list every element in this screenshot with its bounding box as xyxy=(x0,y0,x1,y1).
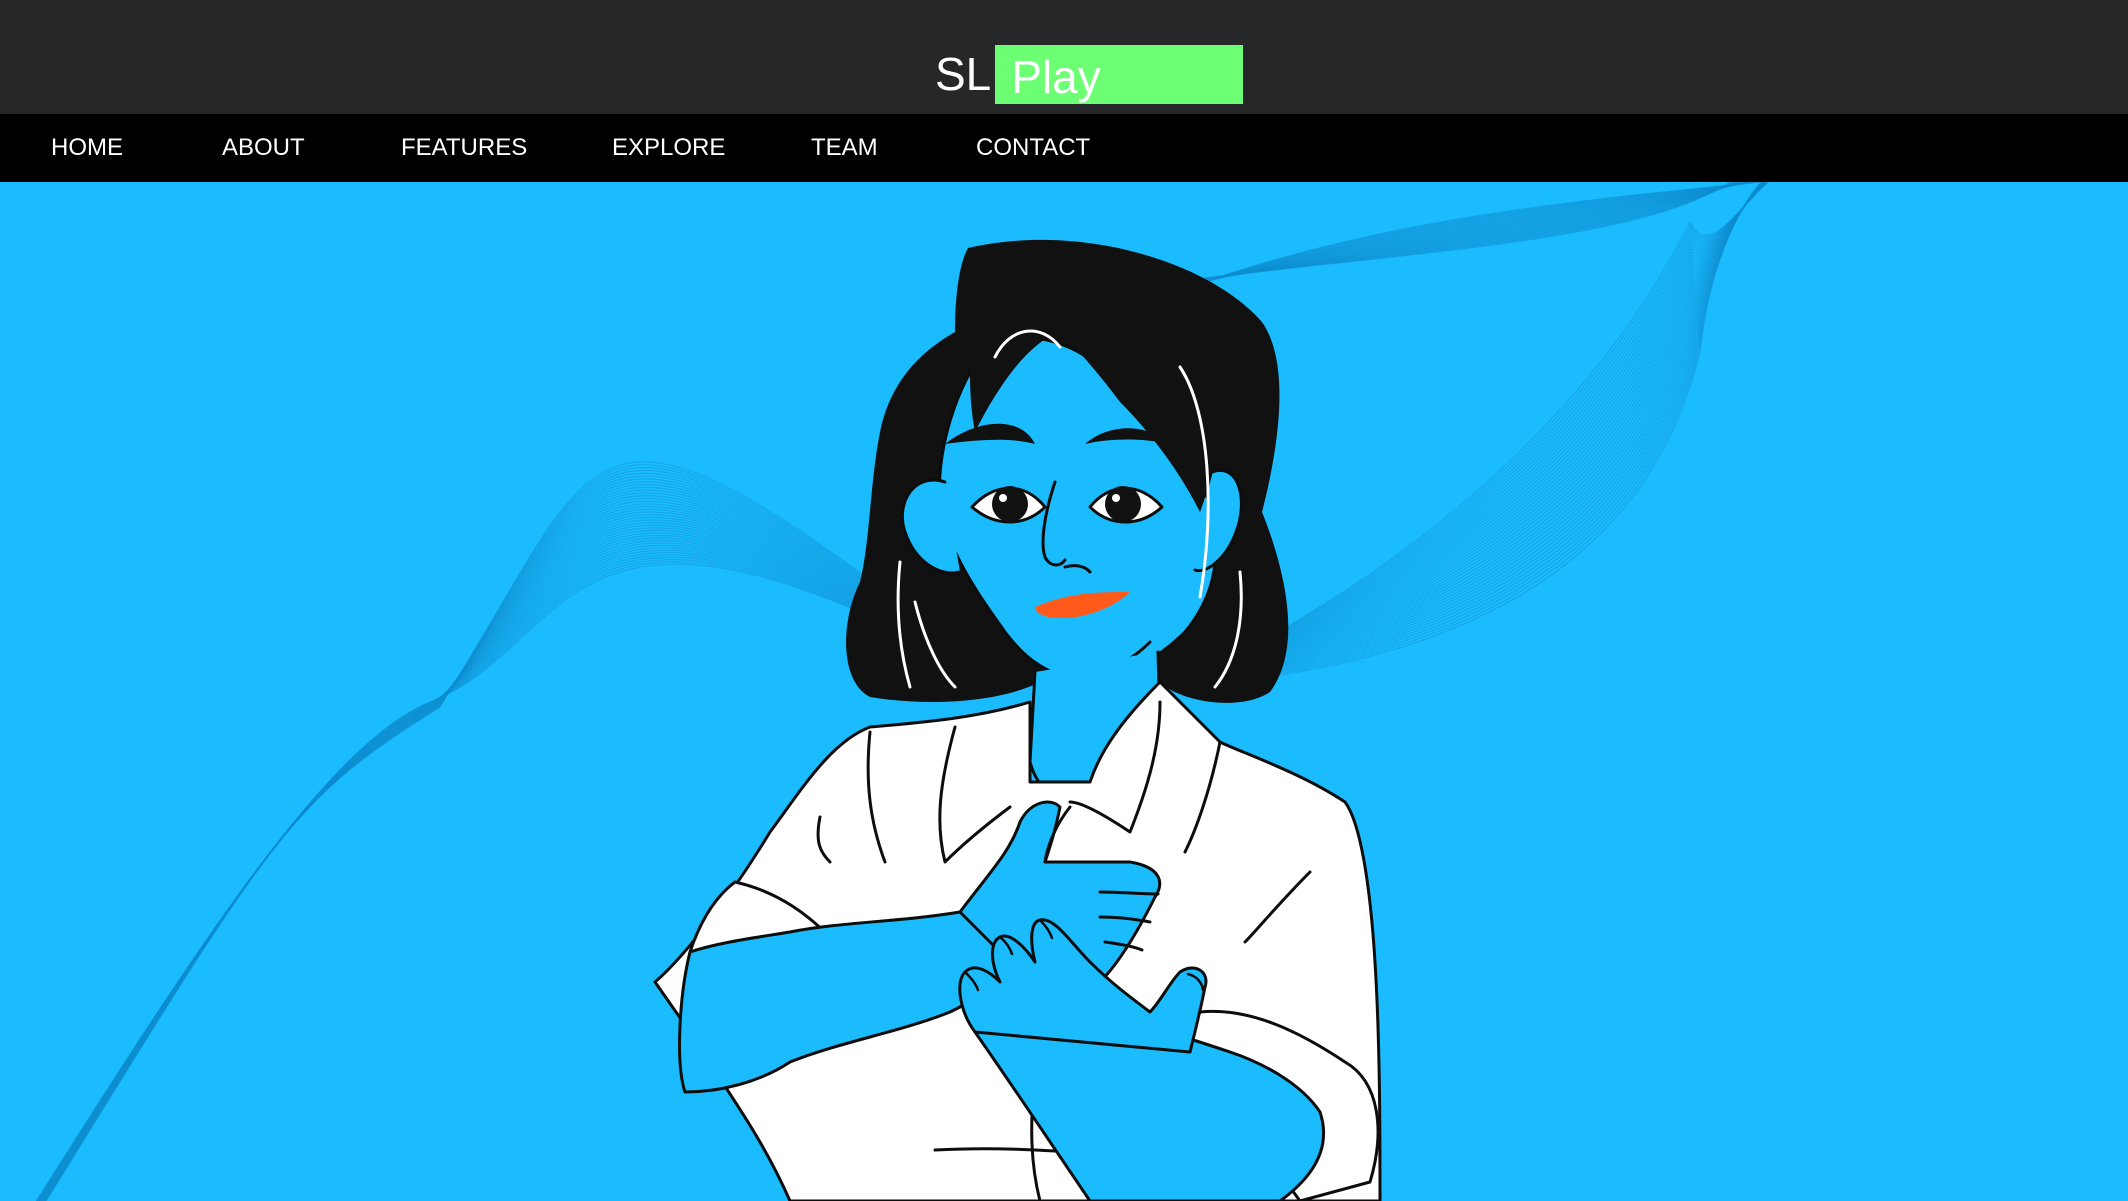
hero-illustration xyxy=(35,182,1770,1201)
woman-signing-illustration xyxy=(653,239,1382,1201)
logo-prefix: SL xyxy=(935,48,992,100)
right-eye-shine xyxy=(1112,494,1120,502)
logo-highlight: Play xyxy=(995,45,1244,104)
site-logo[interactable]: SL Play xyxy=(935,45,1244,104)
right-pupil xyxy=(1105,486,1141,522)
main-navigation: HOME ABOUT FEATURES EXPLORE TEAM CONTACT xyxy=(0,114,2128,182)
nav-item-contact[interactable]: CONTACT xyxy=(976,114,1090,182)
top-header: SL Play xyxy=(0,0,2128,114)
nav-item-features[interactable]: FEATURES xyxy=(401,114,527,182)
left-eye-shine xyxy=(999,494,1007,502)
nav-item-explore[interactable]: EXPLORE xyxy=(612,114,725,182)
left-pupil xyxy=(992,486,1028,522)
nav-item-team[interactable]: TEAM xyxy=(811,114,878,182)
nav-item-home[interactable]: HOME xyxy=(51,114,123,182)
hero-section xyxy=(0,182,2128,1201)
nav-item-about[interactable]: ABOUT xyxy=(222,114,305,182)
